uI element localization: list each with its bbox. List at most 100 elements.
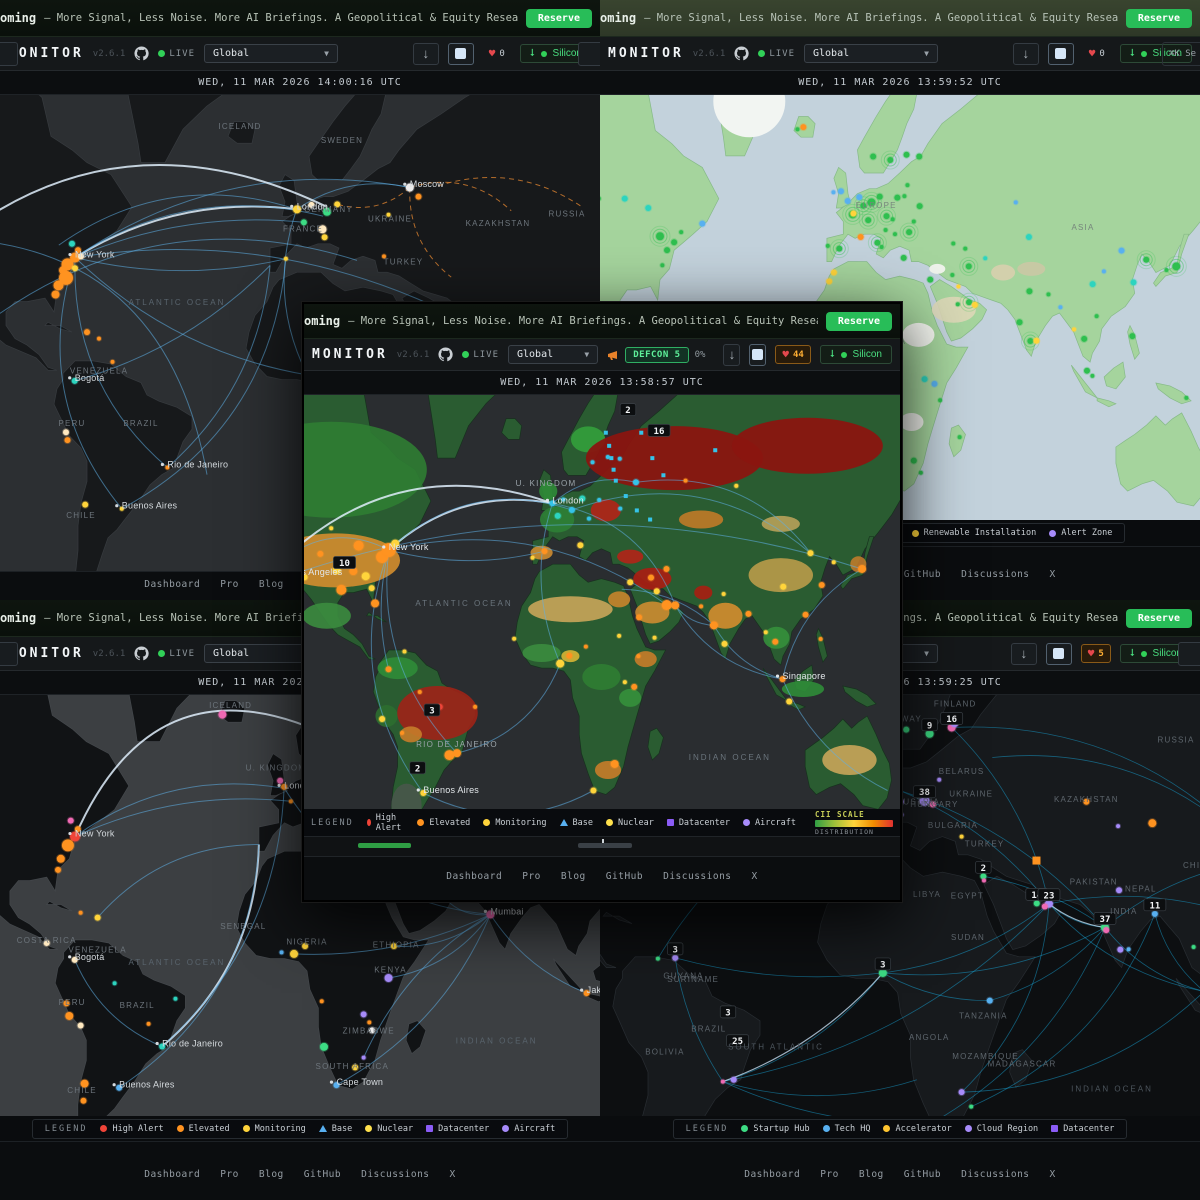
event-marker[interactable] bbox=[1127, 947, 1131, 951]
event-marker[interactable] bbox=[931, 381, 937, 387]
event-marker[interactable] bbox=[1172, 262, 1180, 270]
event-marker[interactable] bbox=[819, 637, 823, 641]
event-marker[interactable] bbox=[627, 579, 633, 585]
event-marker[interactable] bbox=[832, 560, 836, 564]
event-marker[interactable] bbox=[826, 278, 832, 284]
event-marker[interactable] bbox=[795, 127, 799, 131]
event-marker[interactable] bbox=[584, 645, 588, 649]
event-marker[interactable] bbox=[614, 479, 618, 483]
event-marker[interactable] bbox=[987, 998, 993, 1004]
event-marker[interactable] bbox=[856, 194, 862, 200]
event-marker[interactable] bbox=[362, 1056, 366, 1060]
event-marker[interactable] bbox=[78, 1023, 84, 1029]
event-marker[interactable] bbox=[361, 1011, 367, 1017]
event-marker[interactable] bbox=[786, 699, 792, 705]
event-marker[interactable] bbox=[972, 302, 978, 308]
event-marker[interactable] bbox=[1152, 911, 1158, 917]
likes-counter[interactable]: ♥0 bbox=[1083, 45, 1111, 62]
event-marker[interactable] bbox=[1192, 945, 1196, 949]
event-marker[interactable] bbox=[1014, 200, 1018, 204]
event-marker[interactable] bbox=[284, 257, 288, 261]
panel-toggle-button[interactable] bbox=[1048, 43, 1074, 65]
event-marker[interactable] bbox=[320, 1043, 328, 1051]
event-marker[interactable] bbox=[1084, 368, 1090, 374]
event-marker[interactable] bbox=[639, 431, 643, 435]
event-marker[interactable] bbox=[218, 711, 226, 719]
event-marker[interactable] bbox=[803, 612, 809, 618]
github-icon[interactable] bbox=[134, 46, 149, 61]
panel-toggle-button[interactable] bbox=[448, 43, 474, 65]
event-marker[interactable] bbox=[400, 731, 404, 735]
nav-link[interactable]: X bbox=[450, 1169, 456, 1180]
event-marker[interactable] bbox=[512, 637, 516, 641]
event-marker[interactable] bbox=[354, 541, 364, 551]
event-marker[interactable] bbox=[721, 1080, 725, 1084]
nav-link[interactable]: GitHub bbox=[606, 871, 643, 882]
event-marker[interactable] bbox=[62, 839, 74, 851]
event-marker[interactable] bbox=[1090, 281, 1096, 287]
event-marker[interactable] bbox=[55, 867, 61, 873]
event-marker[interactable] bbox=[367, 1020, 371, 1024]
event-marker[interactable] bbox=[277, 778, 283, 784]
event-marker[interactable] bbox=[963, 247, 967, 251]
event-marker[interactable] bbox=[362, 572, 370, 580]
event-marker[interactable] bbox=[648, 518, 652, 522]
nav-link[interactable]: GitHub bbox=[304, 1169, 341, 1180]
event-marker[interactable] bbox=[831, 190, 835, 194]
event-marker[interactable] bbox=[612, 468, 616, 472]
event-marker[interactable] bbox=[870, 153, 876, 159]
event-marker[interactable] bbox=[656, 957, 660, 961]
event-marker[interactable] bbox=[280, 950, 284, 954]
cut-button[interactable] bbox=[0, 42, 18, 66]
event-marker[interactable] bbox=[617, 634, 621, 638]
event-marker[interactable] bbox=[322, 234, 328, 240]
region-select[interactable]: Global▼ bbox=[508, 345, 598, 364]
event-marker[interactable] bbox=[69, 241, 75, 247]
event-marker[interactable] bbox=[663, 566, 669, 572]
event-marker[interactable] bbox=[1032, 857, 1040, 865]
event-marker[interactable] bbox=[1033, 338, 1039, 344]
event-marker[interactable] bbox=[887, 157, 893, 163]
event-marker[interactable] bbox=[645, 205, 651, 211]
event-marker[interactable] bbox=[1103, 927, 1109, 933]
nav-link[interactable]: Dashboard bbox=[144, 579, 200, 590]
event-marker[interactable] bbox=[800, 124, 806, 130]
event-marker[interactable] bbox=[938, 398, 942, 402]
event-marker[interactable] bbox=[904, 152, 910, 158]
event-marker[interactable] bbox=[541, 548, 547, 554]
event-marker[interactable] bbox=[82, 502, 88, 508]
event-marker[interactable] bbox=[684, 479, 688, 483]
event-marker[interactable] bbox=[982, 878, 986, 882]
event-marker[interactable] bbox=[555, 513, 561, 519]
event-marker[interactable] bbox=[950, 273, 954, 277]
event-marker[interactable] bbox=[653, 636, 657, 640]
event-marker[interactable] bbox=[722, 592, 726, 596]
event-marker[interactable] bbox=[672, 955, 678, 961]
event-marker[interactable] bbox=[1026, 234, 1032, 240]
event-marker[interactable] bbox=[379, 716, 385, 722]
event-marker[interactable] bbox=[1116, 824, 1120, 828]
nav-link[interactable]: Dashboard bbox=[144, 1169, 200, 1180]
event-marker[interactable] bbox=[418, 690, 422, 694]
event-marker[interactable] bbox=[956, 285, 960, 289]
event-marker[interactable] bbox=[80, 1098, 86, 1104]
event-marker[interactable] bbox=[1034, 900, 1040, 906]
event-marker[interactable] bbox=[836, 246, 842, 252]
cut-button[interactable] bbox=[578, 42, 600, 66]
event-marker[interactable] bbox=[699, 604, 703, 608]
event-marker[interactable] bbox=[911, 458, 917, 464]
event-marker[interactable] bbox=[631, 684, 637, 690]
event-marker[interactable] bbox=[874, 240, 880, 246]
download-button[interactable]: ↓ bbox=[723, 344, 740, 366]
event-marker[interactable] bbox=[858, 234, 864, 240]
event-marker[interactable] bbox=[865, 217, 871, 223]
event-marker[interactable] bbox=[569, 507, 575, 513]
github-icon[interactable] bbox=[734, 46, 749, 61]
nav-link[interactable]: Dashboard bbox=[446, 871, 502, 882]
nav-link[interactable]: X bbox=[1050, 569, 1056, 580]
event-marker[interactable] bbox=[369, 585, 375, 591]
event-marker[interactable] bbox=[1026, 288, 1032, 294]
event-marker[interactable] bbox=[317, 551, 323, 557]
event-marker[interactable] bbox=[635, 508, 639, 512]
event-marker[interactable] bbox=[52, 290, 60, 298]
